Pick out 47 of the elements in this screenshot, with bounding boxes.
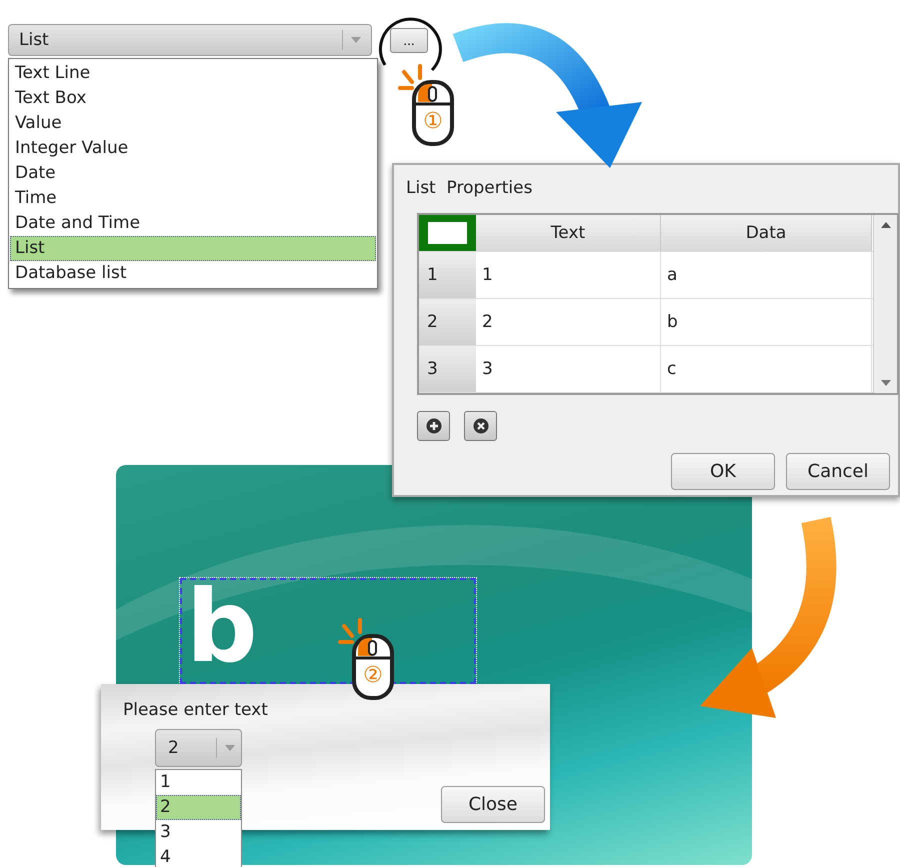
dropdown-option[interactable]: 2 — [156, 795, 241, 820]
remove-button[interactable] — [464, 411, 497, 441]
caret-icon — [351, 37, 361, 43]
ok-button[interactable]: OK — [671, 453, 775, 490]
row-header[interactable]: 1 — [419, 252, 476, 298]
step-number: ① — [423, 109, 443, 134]
row-header[interactable]: 3 — [419, 346, 476, 392]
table-cell[interactable]: b — [661, 299, 872, 345]
dropdown-option[interactable]: Text Box — [10, 86, 376, 111]
dropdown-option[interactable]: Database list — [10, 261, 376, 286]
dropdown-option[interactable]: 4 — [156, 845, 241, 867]
scroll-down-icon[interactable] — [880, 380, 890, 386]
dropdown-option[interactable]: List — [10, 236, 376, 261]
corner-cell[interactable] — [419, 215, 476, 251]
step-number: ② — [363, 663, 383, 688]
dropdown-option[interactable]: 3 — [156, 820, 241, 845]
close-button[interactable]: Close — [441, 786, 545, 823]
table-cell[interactable]: a — [661, 252, 872, 298]
value-dropdown[interactable]: 2 — [155, 729, 242, 767]
mouse-click-icon — [338, 618, 394, 700]
column-header[interactable]: Data — [661, 215, 872, 251]
table-cell[interactable]: c — [661, 346, 872, 392]
dropdown-option[interactable]: Integer Value — [10, 136, 376, 161]
mouse-click-icon — [398, 64, 454, 146]
dropdown-option[interactable]: Time — [10, 186, 376, 211]
caret-icon — [225, 745, 235, 751]
dialog-title: List Properties — [406, 177, 534, 199]
column-header[interactable]: Text — [476, 215, 661, 251]
close-icon — [472, 418, 488, 434]
logo-letter: b — [186, 572, 258, 682]
dropdown-option[interactable]: Date — [10, 161, 376, 186]
row-header[interactable]: 2 — [419, 299, 476, 345]
dropdown-option[interactable]: Value — [10, 111, 376, 136]
add-button[interactable] — [417, 411, 450, 441]
plus-icon — [426, 418, 442, 434]
type-dropdown[interactable]: List — [8, 24, 372, 56]
table-cell[interactable]: 3 — [476, 346, 661, 392]
prompt-label: Please enter text — [123, 699, 269, 722]
dropdown-option[interactable]: Text Line — [10, 61, 376, 86]
dropdown-option[interactable]: Date and Time — [10, 211, 376, 236]
dropdown-option[interactable]: 1 — [156, 770, 241, 795]
scroll-up-icon[interactable] — [880, 222, 890, 228]
table-cell[interactable]: 1 — [476, 252, 661, 298]
table-cell[interactable]: 2 — [476, 299, 661, 345]
scrollbar[interactable] — [873, 215, 897, 393]
more-button[interactable]: ... — [390, 28, 428, 53]
cancel-button[interactable]: Cancel — [786, 453, 890, 490]
